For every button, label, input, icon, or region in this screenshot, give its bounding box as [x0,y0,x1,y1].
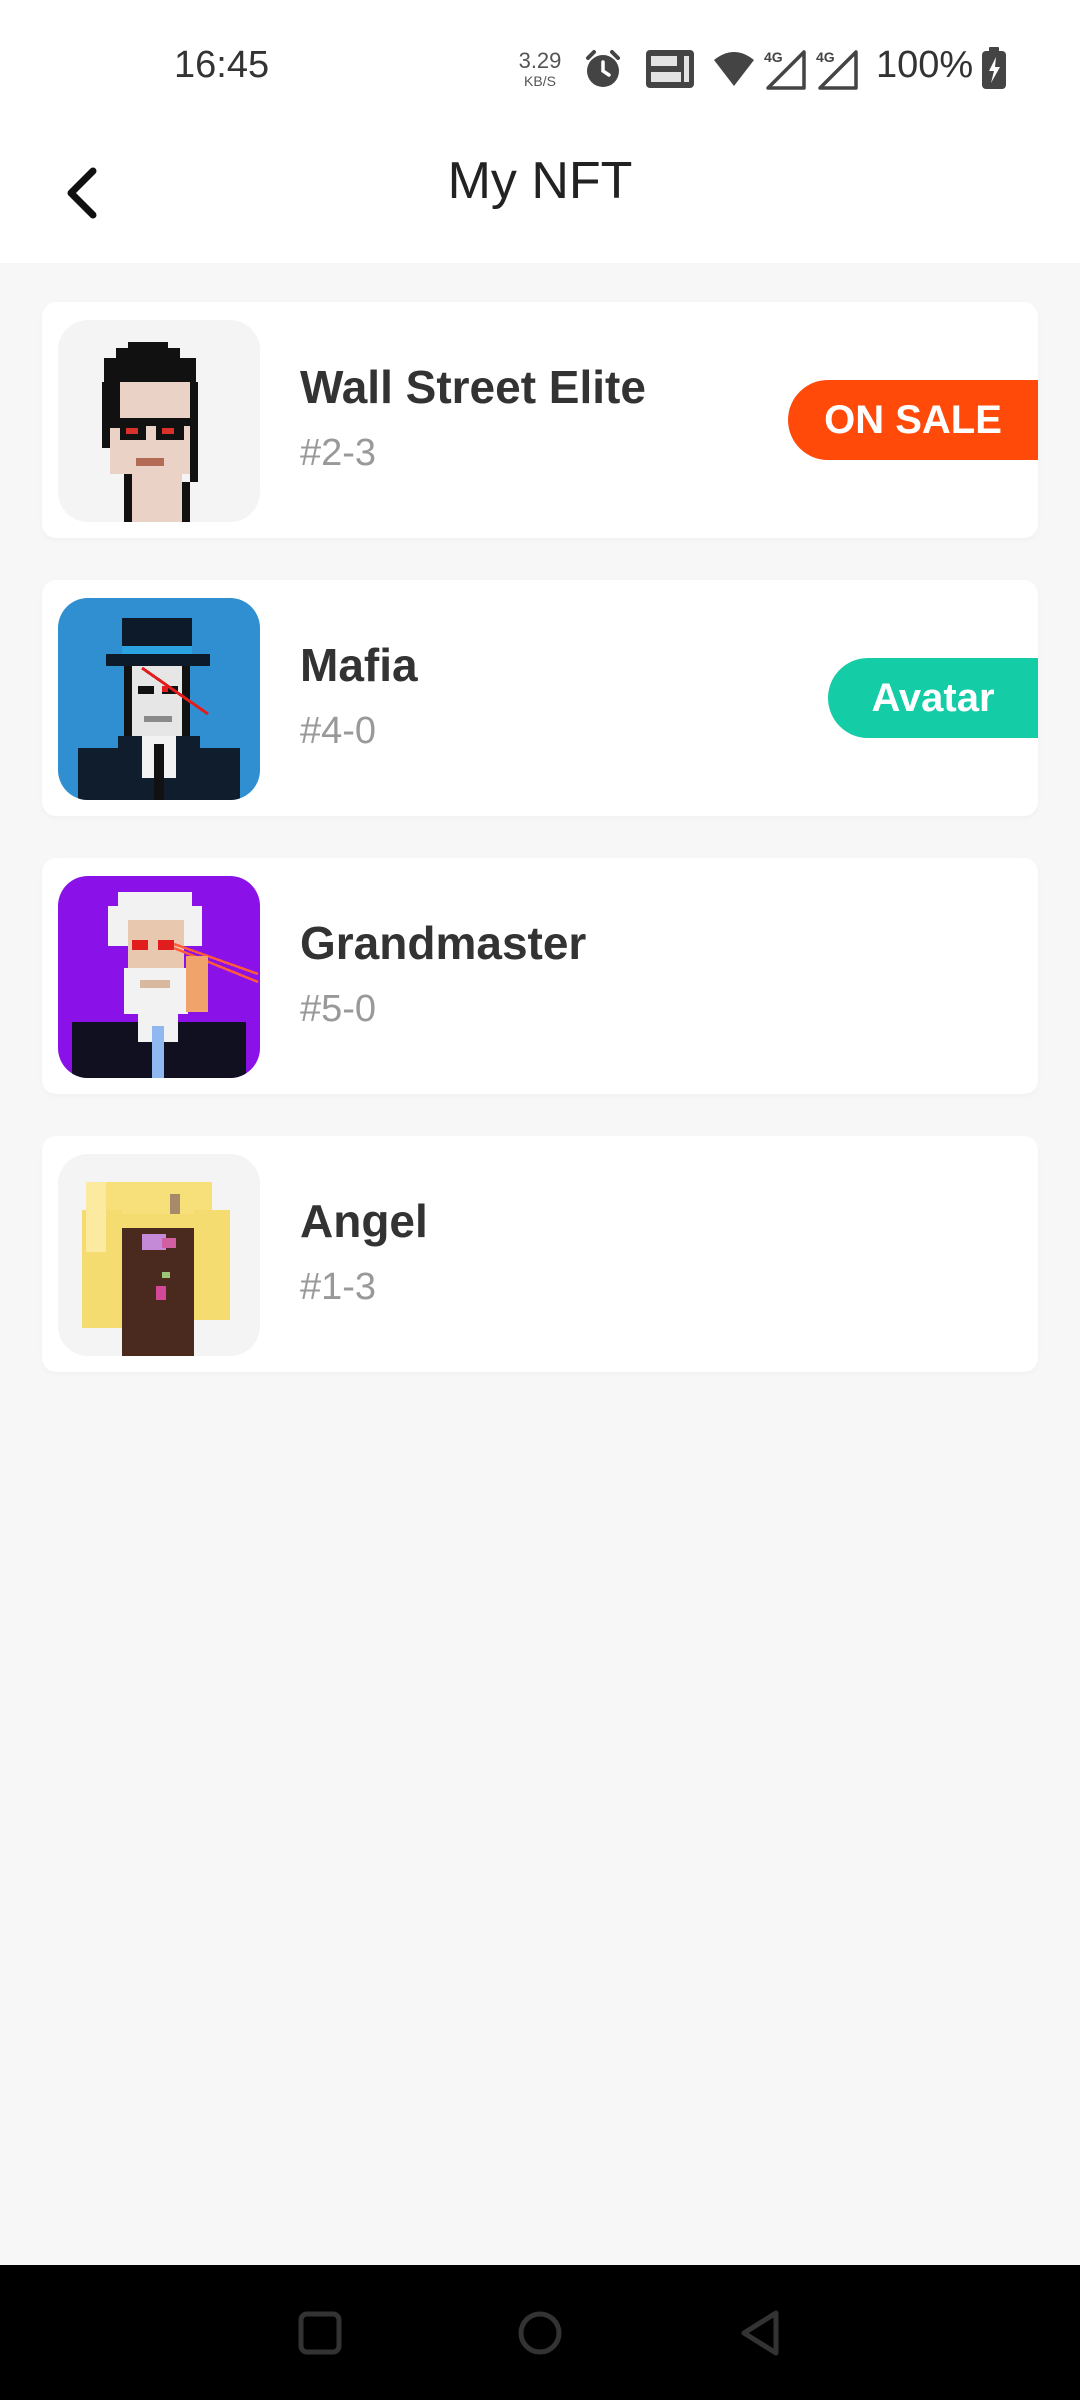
signal-4g-icon: 4G [816,48,860,95]
alarm-icon [582,48,624,95]
avatar-badge[interactable]: Avatar [828,658,1038,738]
back-nav-button[interactable] [720,2295,800,2375]
recents-square-icon [297,2310,343,2361]
battery-percentage: 100% [876,44,974,86]
nft-thumbnail [58,320,260,522]
nft-id: #2-3 [300,432,377,474]
nft-id: #1-3 [300,1266,377,1308]
status-bar: 16:45 3.29 KB/S 4G 4G 100% [0,0,1080,135]
nft-name: Grandmaster [300,917,587,969]
nft-card-wall-street-elite[interactable]: Wall Street Elite #2-3 ON SALE [42,302,1038,538]
system-nav-bar [0,2265,1080,2400]
volte-icon [644,48,696,95]
nft-thumbnail [58,598,260,800]
svg-text:4G: 4G [764,49,783,65]
nft-name: Mafia [300,639,418,691]
battery-charging-icon [980,46,1008,95]
nft-thumbnail [58,876,260,1078]
on-sale-badge[interactable]: ON SALE [788,380,1038,460]
network-speed: 3.29 KB/S [514,48,566,89]
svg-text:4G: 4G [816,49,835,65]
app-header: My NFT [0,135,1080,263]
home-button[interactable] [500,2295,580,2375]
nft-card-grandmaster[interactable]: Grandmaster #5-0 [42,858,1038,1094]
wifi-icon [712,48,756,95]
signal-4g-icon: 4G [764,48,808,95]
back-triangle-icon [736,2307,784,2364]
recents-button[interactable] [280,2295,360,2375]
home-circle-icon [516,2309,564,2362]
nft-name: Wall Street Elite [300,361,646,413]
network-speed-unit: KB/S [524,73,556,89]
network-speed-value: 3.29 [518,48,562,73]
nft-card-mafia[interactable]: Mafia #4-0 Avatar [42,580,1038,816]
nft-id: #4-0 [300,710,377,752]
nft-thumbnail [58,1154,260,1356]
nft-card-angel[interactable]: Angel #1-3 [42,1136,1038,1372]
nft-id: #5-0 [300,988,377,1030]
page-title: My NFT [447,152,633,210]
clock: 16:45 [174,44,270,86]
nft-name: Angel [300,1195,428,1247]
